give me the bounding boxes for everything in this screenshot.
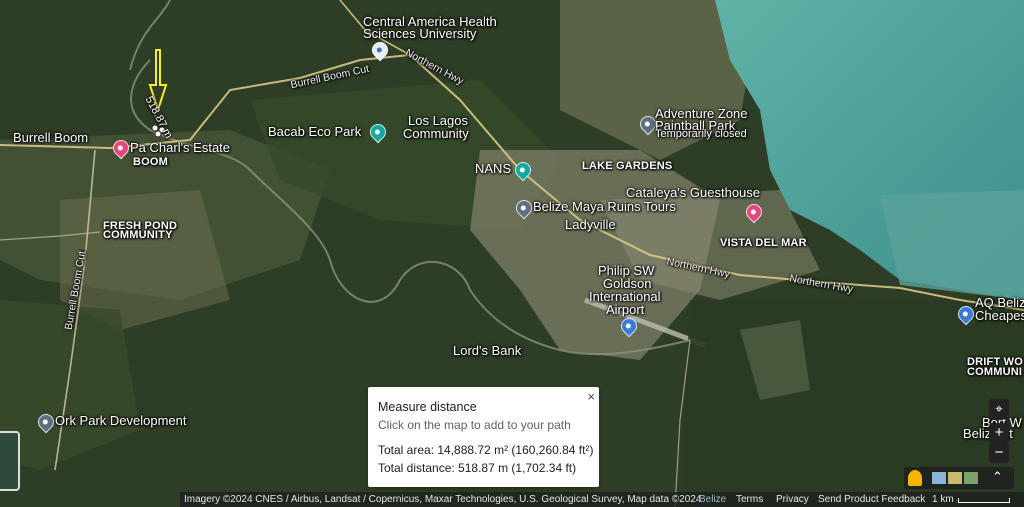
place-label[interactable]: Pa Charl's Estate bbox=[130, 141, 230, 155]
neighborhood-label: LAKE GARDENS bbox=[582, 160, 673, 172]
place-label: BOOM bbox=[133, 156, 169, 168]
place-label[interactable]: Ladyville bbox=[565, 218, 616, 232]
neighborhood-label: COMMUNITY bbox=[103, 229, 173, 241]
layer-thumb-icon[interactable] bbox=[964, 472, 978, 484]
scale-label: 1 km bbox=[932, 494, 954, 505]
place-label[interactable]: Community bbox=[403, 127, 469, 141]
status-label: Temporarily closed bbox=[655, 128, 747, 140]
layer-strip: ⌃ bbox=[904, 467, 1014, 489]
total-distance: Total distance: 518.87 m (1,702.34 ft) bbox=[378, 461, 577, 475]
layers-thumbnail[interactable] bbox=[0, 431, 20, 491]
crosshair-icon[interactable]: ⌖ bbox=[989, 399, 1009, 419]
feedback-link[interactable]: Send Product Feedback bbox=[818, 492, 925, 507]
region-link[interactable]: Belize bbox=[699, 492, 726, 507]
scale-bar bbox=[958, 498, 1010, 503]
close-icon[interactable]: × bbox=[587, 389, 595, 404]
layer-thumb-icon[interactable] bbox=[932, 472, 946, 484]
map-footer: Imagery ©2024 CNES / Airbus, Landsat / C… bbox=[180, 492, 1024, 507]
place-label[interactable]: Cheapes bbox=[975, 309, 1024, 323]
zoom-in-button[interactable]: + bbox=[989, 423, 1009, 443]
place-label[interactable]: Cataleya's Guesthouse bbox=[626, 186, 760, 200]
terms-link[interactable]: Terms bbox=[736, 492, 763, 507]
privacy-link[interactable]: Privacy bbox=[776, 492, 809, 507]
neighborhood-label: COMMUNI bbox=[967, 366, 1023, 378]
place-label[interactable]: NANS bbox=[475, 162, 511, 176]
place-label[interactable]: Bacab Eco Park bbox=[268, 125, 361, 139]
measure-distance-panel: Measure distance Click on the map to add… bbox=[368, 387, 599, 487]
place-label[interactable]: Airport bbox=[606, 303, 644, 317]
attribution: Imagery ©2024 CNES / Airbus, Landsat / C… bbox=[184, 494, 702, 505]
neighborhood-label: VISTA DEL MAR bbox=[720, 237, 807, 249]
zoom-out-button[interactable]: − bbox=[989, 443, 1009, 463]
layer-thumb-icon[interactable] bbox=[948, 472, 962, 484]
measure-hint: Click on the map to add to your path bbox=[378, 418, 571, 432]
pegman-icon[interactable] bbox=[908, 470, 922, 486]
chevron-up-icon[interactable]: ⌃ bbox=[992, 469, 1003, 485]
place-label[interactable]: Burrell Boom bbox=[13, 131, 88, 145]
place-label[interactable]: Sciences University bbox=[363, 27, 476, 41]
total-area: Total area: 14,888.72 m² (160,260.84 ft²… bbox=[378, 443, 594, 457]
place-label[interactable]: Belize Maya Ruins Tours bbox=[533, 200, 676, 214]
place-label[interactable]: Ork Park Development bbox=[55, 414, 187, 428]
measure-title: Measure distance bbox=[378, 400, 477, 414]
place-label[interactable]: Lord's Bank bbox=[453, 344, 521, 358]
